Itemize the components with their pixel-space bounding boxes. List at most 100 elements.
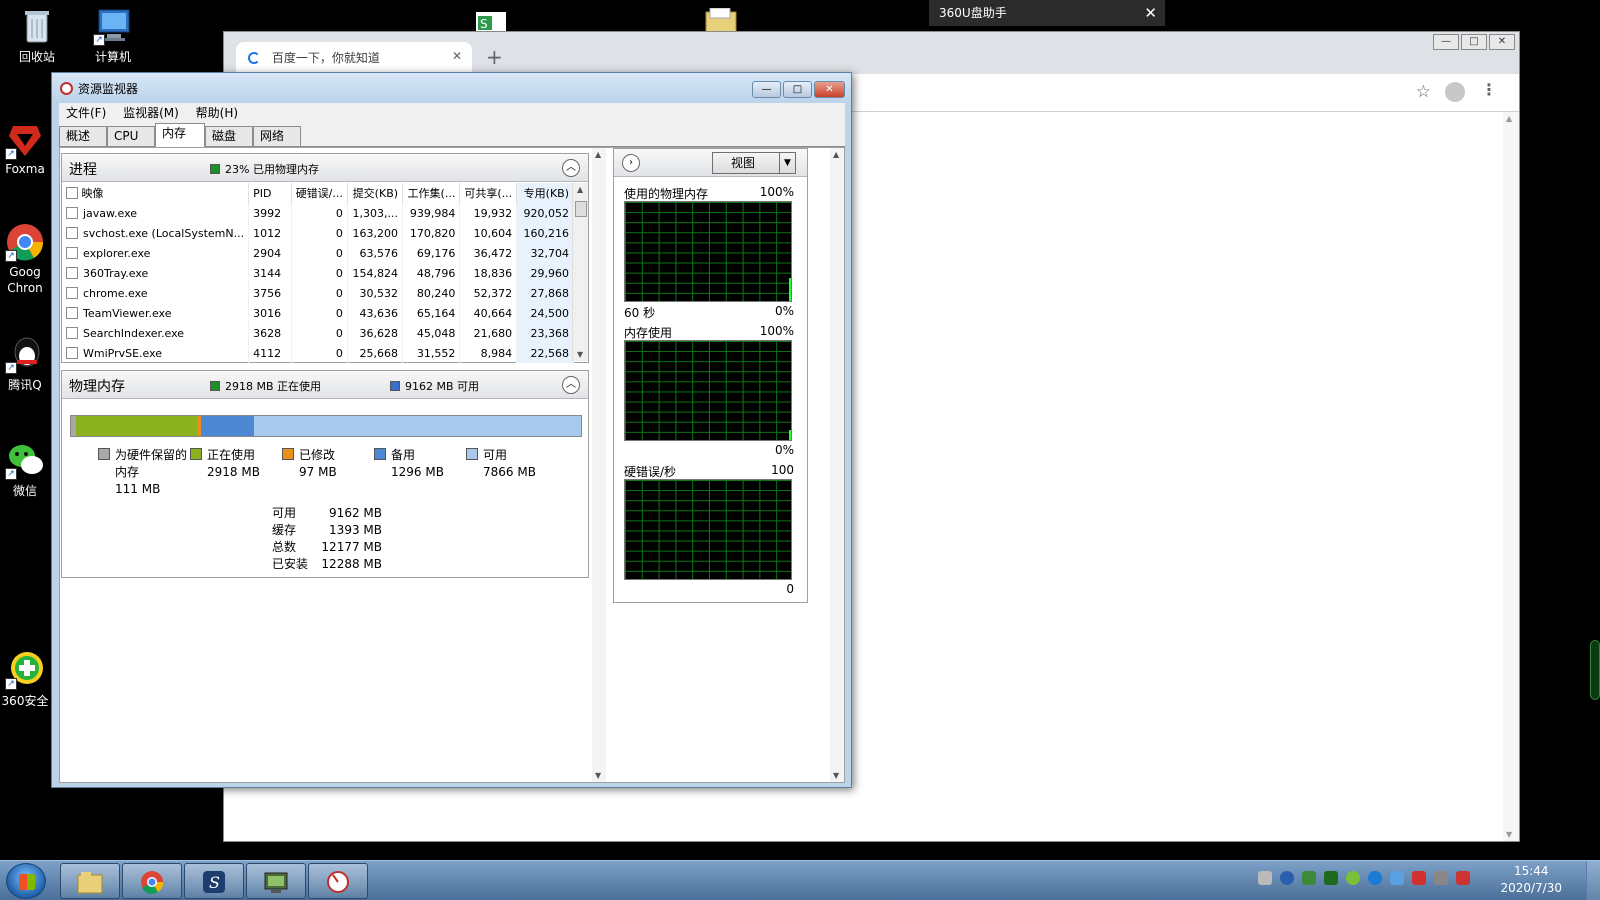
resmon-maximize-button[interactable]: □ (783, 81, 812, 98)
process-table-scrollbar[interactable]: ▲ ▼ (572, 183, 588, 361)
desktop-icon-computer[interactable]: ↗ 计算机 (78, 6, 148, 65)
column-shareable[interactable]: 可共享(... (459, 183, 518, 203)
scroll-up-arrow-icon[interactable]: ▲ (577, 185, 583, 194)
taskbar-app[interactable] (246, 863, 306, 899)
start-button[interactable] (6, 863, 46, 899)
right-pane-scrollbar[interactable]: ▲ ▼ (830, 148, 844, 782)
table-row[interactable]: TeamViewer.exe 3016 0 43,636 65,164 40,664 24,… (62, 303, 574, 323)
row-checkbox[interactable] (66, 246, 78, 259)
new-tab-button[interactable]: + (486, 45, 503, 69)
expand-chevron-icon[interactable]: › (622, 154, 640, 172)
column-image[interactable]: 映像 (62, 183, 250, 203)
wechat-icon: ↗ (5, 440, 45, 480)
battery-tray-icon[interactable] (1302, 871, 1316, 885)
menu-file[interactable]: 文件(F) (66, 106, 106, 120)
row-checkbox[interactable] (66, 286, 78, 299)
help-tray-icon[interactable] (1280, 871, 1294, 885)
security-tray-icon[interactable] (1390, 871, 1404, 885)
shortcut-arrow-icon: ↗ (93, 34, 105, 46)
table-row[interactable]: javaw.exe 3992 0 1,303,... 939,984 19,932 920,… (62, 203, 574, 223)
left-pane-scrollbar[interactable]: ▲ ▼ (592, 148, 606, 782)
scroll-down-arrow-icon[interactable]: ▼ (595, 771, 601, 780)
taskbar-sogou[interactable]: S (184, 863, 244, 899)
chrome-tab-close-button[interactable]: ✕ (452, 49, 462, 63)
menu-help[interactable]: 帮助(H) (196, 106, 238, 120)
view-dropdown-button[interactable]: 视图 ▼ (712, 152, 796, 174)
scroll-up-arrow-icon[interactable]: ▲ (833, 150, 839, 159)
process-name: SearchIndexer.exe (83, 326, 185, 340)
taskbar-explorer[interactable] (60, 863, 120, 899)
dropdown-arrow-icon: ▼ (779, 153, 795, 173)
collapse-chevron-icon[interactable]: ︿ (562, 376, 580, 394)
desktop-icon-chrome[interactable]: ↗ Goog Chron (0, 222, 50, 296)
teamviewer-tray-icon[interactable] (1368, 871, 1382, 885)
row-checkbox[interactable] (66, 206, 78, 219)
column-private[interactable]: 专用(KB) (516, 183, 574, 203)
taskbar-resource-monitor[interactable] (308, 863, 368, 899)
table-row[interactable]: SearchIndexer.exe 3628 0 36,628 45,048 21,680… (62, 323, 574, 343)
tab-disk[interactable]: 磁盘 (205, 126, 253, 147)
tab-overview[interactable]: 概述 (59, 126, 107, 147)
keyboard-tray-icon[interactable] (1258, 871, 1272, 885)
flag-tray-icon[interactable] (1412, 871, 1426, 885)
processes-header[interactable]: 进程 23% 已用物理内存 ︿ (62, 154, 588, 182)
desktop-icon-wechat[interactable]: ↗ 微信 (0, 440, 50, 499)
desktop-icon-360-safe[interactable]: ↗ 360安全 (0, 650, 50, 709)
scroll-down-arrow-icon[interactable]: ▼ (833, 771, 839, 780)
select-all-checkbox[interactable] (66, 187, 78, 199)
scroll-down-arrow-icon[interactable]: ▼ (1506, 830, 1512, 839)
table-row[interactable]: WmiPrvSE.exe 4112 0 25,668 31,552 8,984 22,568 (62, 343, 574, 363)
row-checkbox[interactable] (66, 266, 78, 279)
profile-avatar-icon[interactable] (1445, 82, 1465, 102)
taskbar-chrome[interactable] (122, 863, 182, 899)
table-row[interactable]: explorer.exe 2904 0 63,576 69,176 36,472 32,70… (62, 243, 574, 263)
chrome-menu-icon[interactable]: ⋮ (1481, 80, 1497, 99)
table-row[interactable]: chrome.exe 3756 0 30,532 80,240 52,372 27,868 (62, 283, 574, 303)
scroll-up-arrow-icon[interactable]: ▲ (595, 150, 601, 159)
volume-muted-tray-icon[interactable] (1456, 871, 1470, 885)
clock[interactable]: 15:44 2020/7/30 (1500, 863, 1562, 897)
scroll-down-arrow-icon[interactable]: ▼ (577, 350, 583, 359)
green-square-tray-icon[interactable] (1324, 871, 1338, 885)
usb-helper-bar[interactable]: 360U盘助手 ✕ (929, 0, 1165, 26)
menu-monitor[interactable]: 监视器(M) (123, 106, 179, 120)
360-tray-icon[interactable] (1346, 871, 1360, 885)
usb-helper-close-button[interactable]: ✕ (1144, 0, 1157, 26)
tab-network[interactable]: 网络 (253, 126, 301, 147)
desktop-icon-folder[interactable] (704, 7, 740, 33)
row-checkbox[interactable] (66, 226, 78, 239)
table-row[interactable]: 360Tray.exe 3144 0 154,824 48,796 18,836 29,96… (62, 263, 574, 283)
collapse-chevron-icon[interactable]: ︿ (562, 159, 580, 177)
bookmark-star-icon[interactable]: ☆ (1416, 82, 1431, 102)
processes-section: 进程 23% 已用物理内存 ︿ 映像 PID 硬错误/... 提交(KB) 工作… (61, 153, 589, 363)
chrome-page-scrollbar[interactable]: ▲ ▼ (1503, 112, 1519, 841)
resmon-minimize-button[interactable]: — (752, 81, 781, 98)
column-pid[interactable]: PID (248, 183, 292, 203)
desktop-side-gadget[interactable] (1590, 640, 1600, 700)
tab-memory[interactable]: 内存 (155, 123, 205, 148)
chrome-maximize-button[interactable]: □ (1461, 34, 1487, 50)
desktop-icon-recycle-bin[interactable]: 回收站 (2, 6, 72, 65)
resmon-titlebar[interactable]: 资源监视器 — □ ✕ (52, 73, 851, 103)
tab-cpu[interactable]: CPU (107, 126, 155, 147)
row-checkbox[interactable] (66, 306, 78, 319)
desktop-icon-qq[interactable]: ↗ 腾讯Q (0, 334, 50, 393)
foxmail-icon: ↗ (5, 120, 45, 160)
table-row[interactable]: svchost.exe (LocalSystemN... 1012 0 163,200… (62, 223, 574, 243)
column-hard-faults[interactable]: 硬错误/... (291, 183, 348, 203)
show-desktop-button[interactable] (1586, 861, 1600, 900)
network-tray-icon[interactable] (1434, 871, 1448, 885)
row-checkbox[interactable] (66, 346, 78, 359)
chrome-tab-baidu[interactable]: 百度一下，你就知道 ✕ (236, 42, 472, 74)
physical-memory-header[interactable]: 物理内存 2918 MB 正在使用 9162 MB 可用 ︿ (62, 371, 588, 399)
column-working-set[interactable]: 工作集(... (402, 183, 461, 203)
scroll-up-arrow-icon[interactable]: ▲ (1506, 114, 1512, 123)
row-checkbox[interactable] (66, 326, 78, 339)
desktop-icon-foxmail[interactable]: ↗ Foxma (0, 120, 50, 176)
chrome-minimize-button[interactable]: — (1433, 34, 1459, 50)
resmon-close-button[interactable]: ✕ (814, 81, 845, 98)
chrome-close-button[interactable]: ✕ (1489, 34, 1515, 50)
scrollbar-thumb[interactable] (575, 201, 587, 217)
desktop-icon-spreadsheet[interactable]: S (474, 10, 510, 32)
column-commit[interactable]: 提交(KB) (347, 183, 404, 203)
